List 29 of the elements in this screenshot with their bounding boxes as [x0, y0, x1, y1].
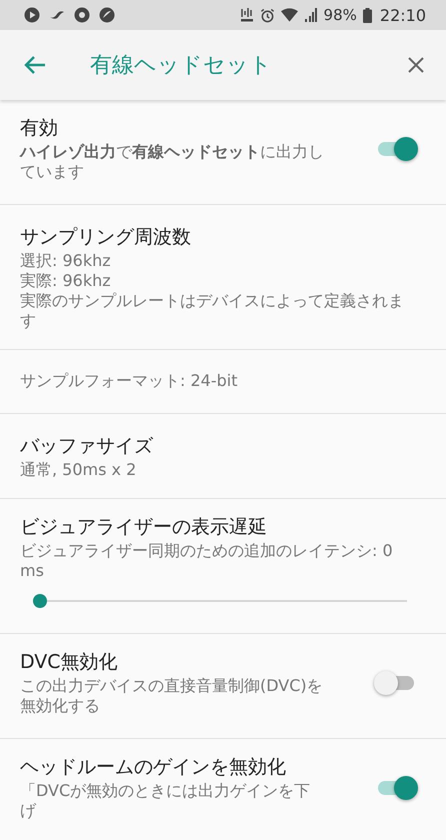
setting-title: DVC無効化: [20, 650, 119, 674]
wifi-icon: [280, 8, 298, 22]
clock: 22:10: [380, 6, 426, 24]
setting-title: ビジュアライザーの表示遅延: [20, 515, 268, 539]
back-arrow-icon[interactable]: [24, 55, 46, 75]
setting-summary: ハイレゾ出力で有線ヘッドセットに出力しています: [20, 142, 325, 182]
toggle-switch[interactable]: [376, 776, 416, 800]
signal-icon: [304, 8, 318, 22]
setting-summary: 実際のサンプルレートはデバイスによって定義されます: [20, 291, 405, 331]
setting-summary: 「DVCが無効のときには出力ゲインを下げ: [20, 781, 312, 821]
battery-percent: 98%: [324, 6, 357, 24]
setting-summary: ビジュアライザー同期のための追加のレイテンシ: 0 ms: [20, 541, 394, 581]
battery-icon: [362, 8, 372, 22]
setting-title: ヘッドルームのゲインを無効化: [20, 755, 287, 779]
setting-title: サンプリング周波数: [20, 225, 192, 249]
setting-summary: この出力デバイスの直接音量制御(DVC)を無効化する: [20, 676, 324, 716]
setting-summary: 通常, 50ms x 2: [20, 460, 138, 480]
play-icon: [24, 7, 40, 23]
close-icon[interactable]: [408, 57, 424, 73]
toggle-switch[interactable]: [376, 671, 416, 695]
alarm-icon: [260, 8, 275, 22]
setting-title: バッファサイズ: [20, 434, 154, 458]
screen-title: 有線ヘッドセット: [90, 52, 273, 80]
app-icon: [99, 7, 115, 23]
toggle-switch[interactable]: [376, 137, 416, 161]
setting-title: 有効: [20, 116, 59, 140]
setting-summary: 選択: 96khz: [20, 251, 112, 271]
setting-summary: 実際: 96khz: [20, 271, 112, 291]
format-info: サンプルフォーマット: 24-bit: [20, 371, 238, 392]
